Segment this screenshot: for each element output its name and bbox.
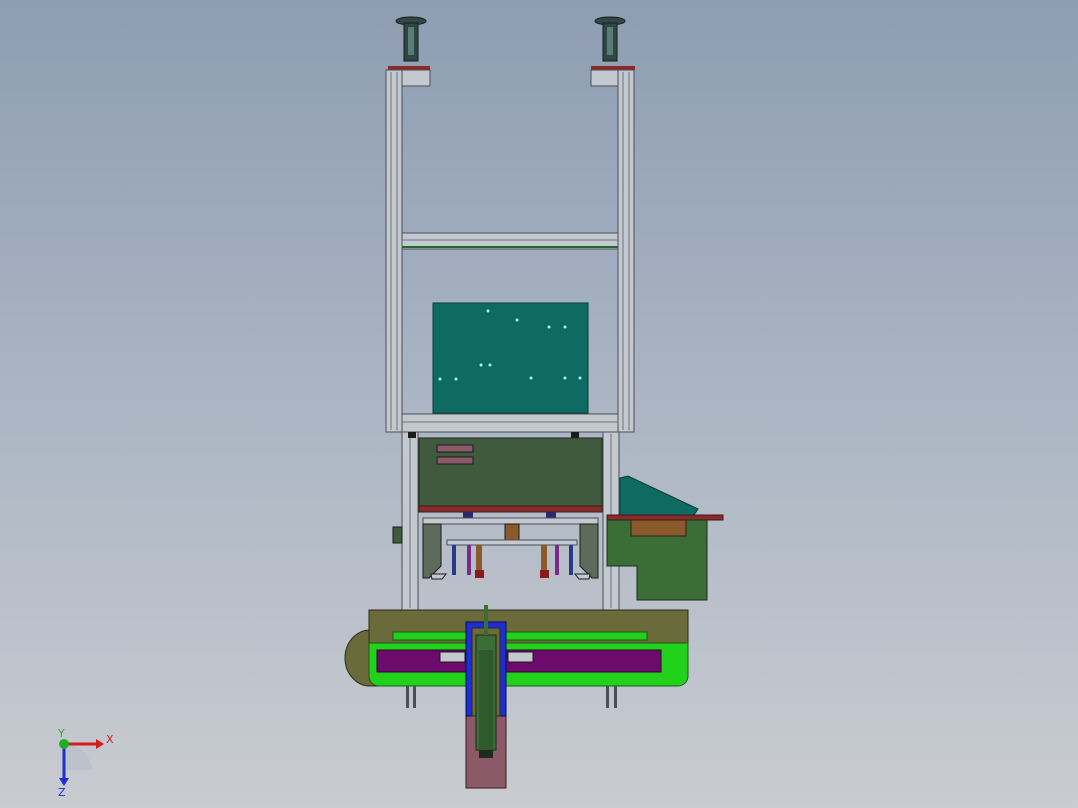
- machine-model[interactable]: [0, 0, 1078, 808]
- y-axis-label: Y: [57, 728, 65, 740]
- base-conveyor[interactable]: [344, 609, 689, 708]
- side-feeder[interactable]: [606, 475, 724, 601]
- orientation-triad: X Y Z: [57, 728, 114, 798]
- control-panel[interactable]: [432, 302, 589, 414]
- olive-housing[interactable]: [418, 437, 603, 520]
- motor-column[interactable]: [465, 605, 507, 789]
- cad-viewport[interactable]: X Y Z: [0, 0, 1078, 808]
- y-axis-arrow: [59, 739, 69, 749]
- x-axis-label: X: [106, 733, 114, 746]
- z-axis-label: Z: [58, 786, 66, 798]
- triad-plane: [64, 743, 92, 770]
- gripper-assembly[interactable]: [422, 517, 599, 580]
